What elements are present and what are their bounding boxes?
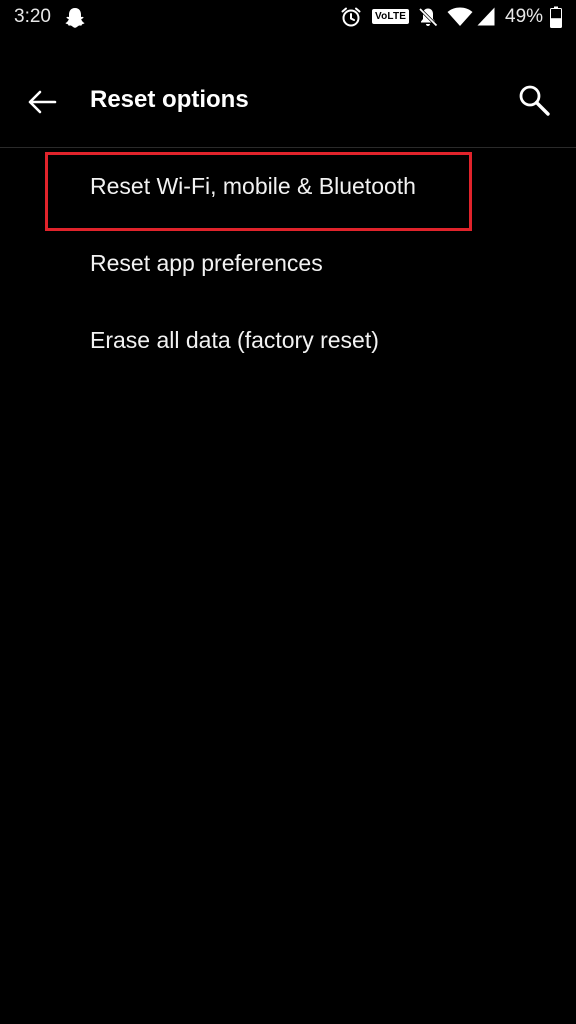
search-button[interactable] xyxy=(510,76,558,124)
cellular-signal-icon xyxy=(477,7,495,26)
option-label: Erase all data (factory reset) xyxy=(90,327,379,353)
search-icon xyxy=(519,85,550,116)
battery-percent: 49% xyxy=(505,6,544,27)
alarm-icon xyxy=(341,7,361,27)
toolbar: Reset options xyxy=(0,60,576,144)
status-bar: 3:20 VoLTE 49% xyxy=(0,0,576,36)
option-label: Reset Wi-Fi, mobile & Bluetooth xyxy=(90,173,416,199)
snapchat-ghost-icon xyxy=(65,8,85,28)
arrow-back-icon xyxy=(28,90,57,114)
toolbar-divider xyxy=(0,147,576,148)
reset-options-list: Reset Wi-Fi, mobile & Bluetooth Reset ap… xyxy=(0,149,576,380)
option-factory-reset[interactable]: Erase all data (factory reset) xyxy=(0,303,576,380)
back-button[interactable] xyxy=(18,78,66,126)
notifications-muted-icon xyxy=(418,7,438,27)
page-title: Reset options xyxy=(90,86,249,113)
option-reset-app-preferences[interactable]: Reset app preferences xyxy=(0,226,576,303)
option-label: Reset app preferences xyxy=(90,250,323,276)
option-reset-network[interactable]: Reset Wi-Fi, mobile & Bluetooth xyxy=(0,149,576,231)
status-time: 3:20 xyxy=(14,6,51,27)
wifi-icon xyxy=(447,7,473,26)
volte-icon: VoLTE xyxy=(372,9,410,24)
battery-icon xyxy=(550,6,562,28)
